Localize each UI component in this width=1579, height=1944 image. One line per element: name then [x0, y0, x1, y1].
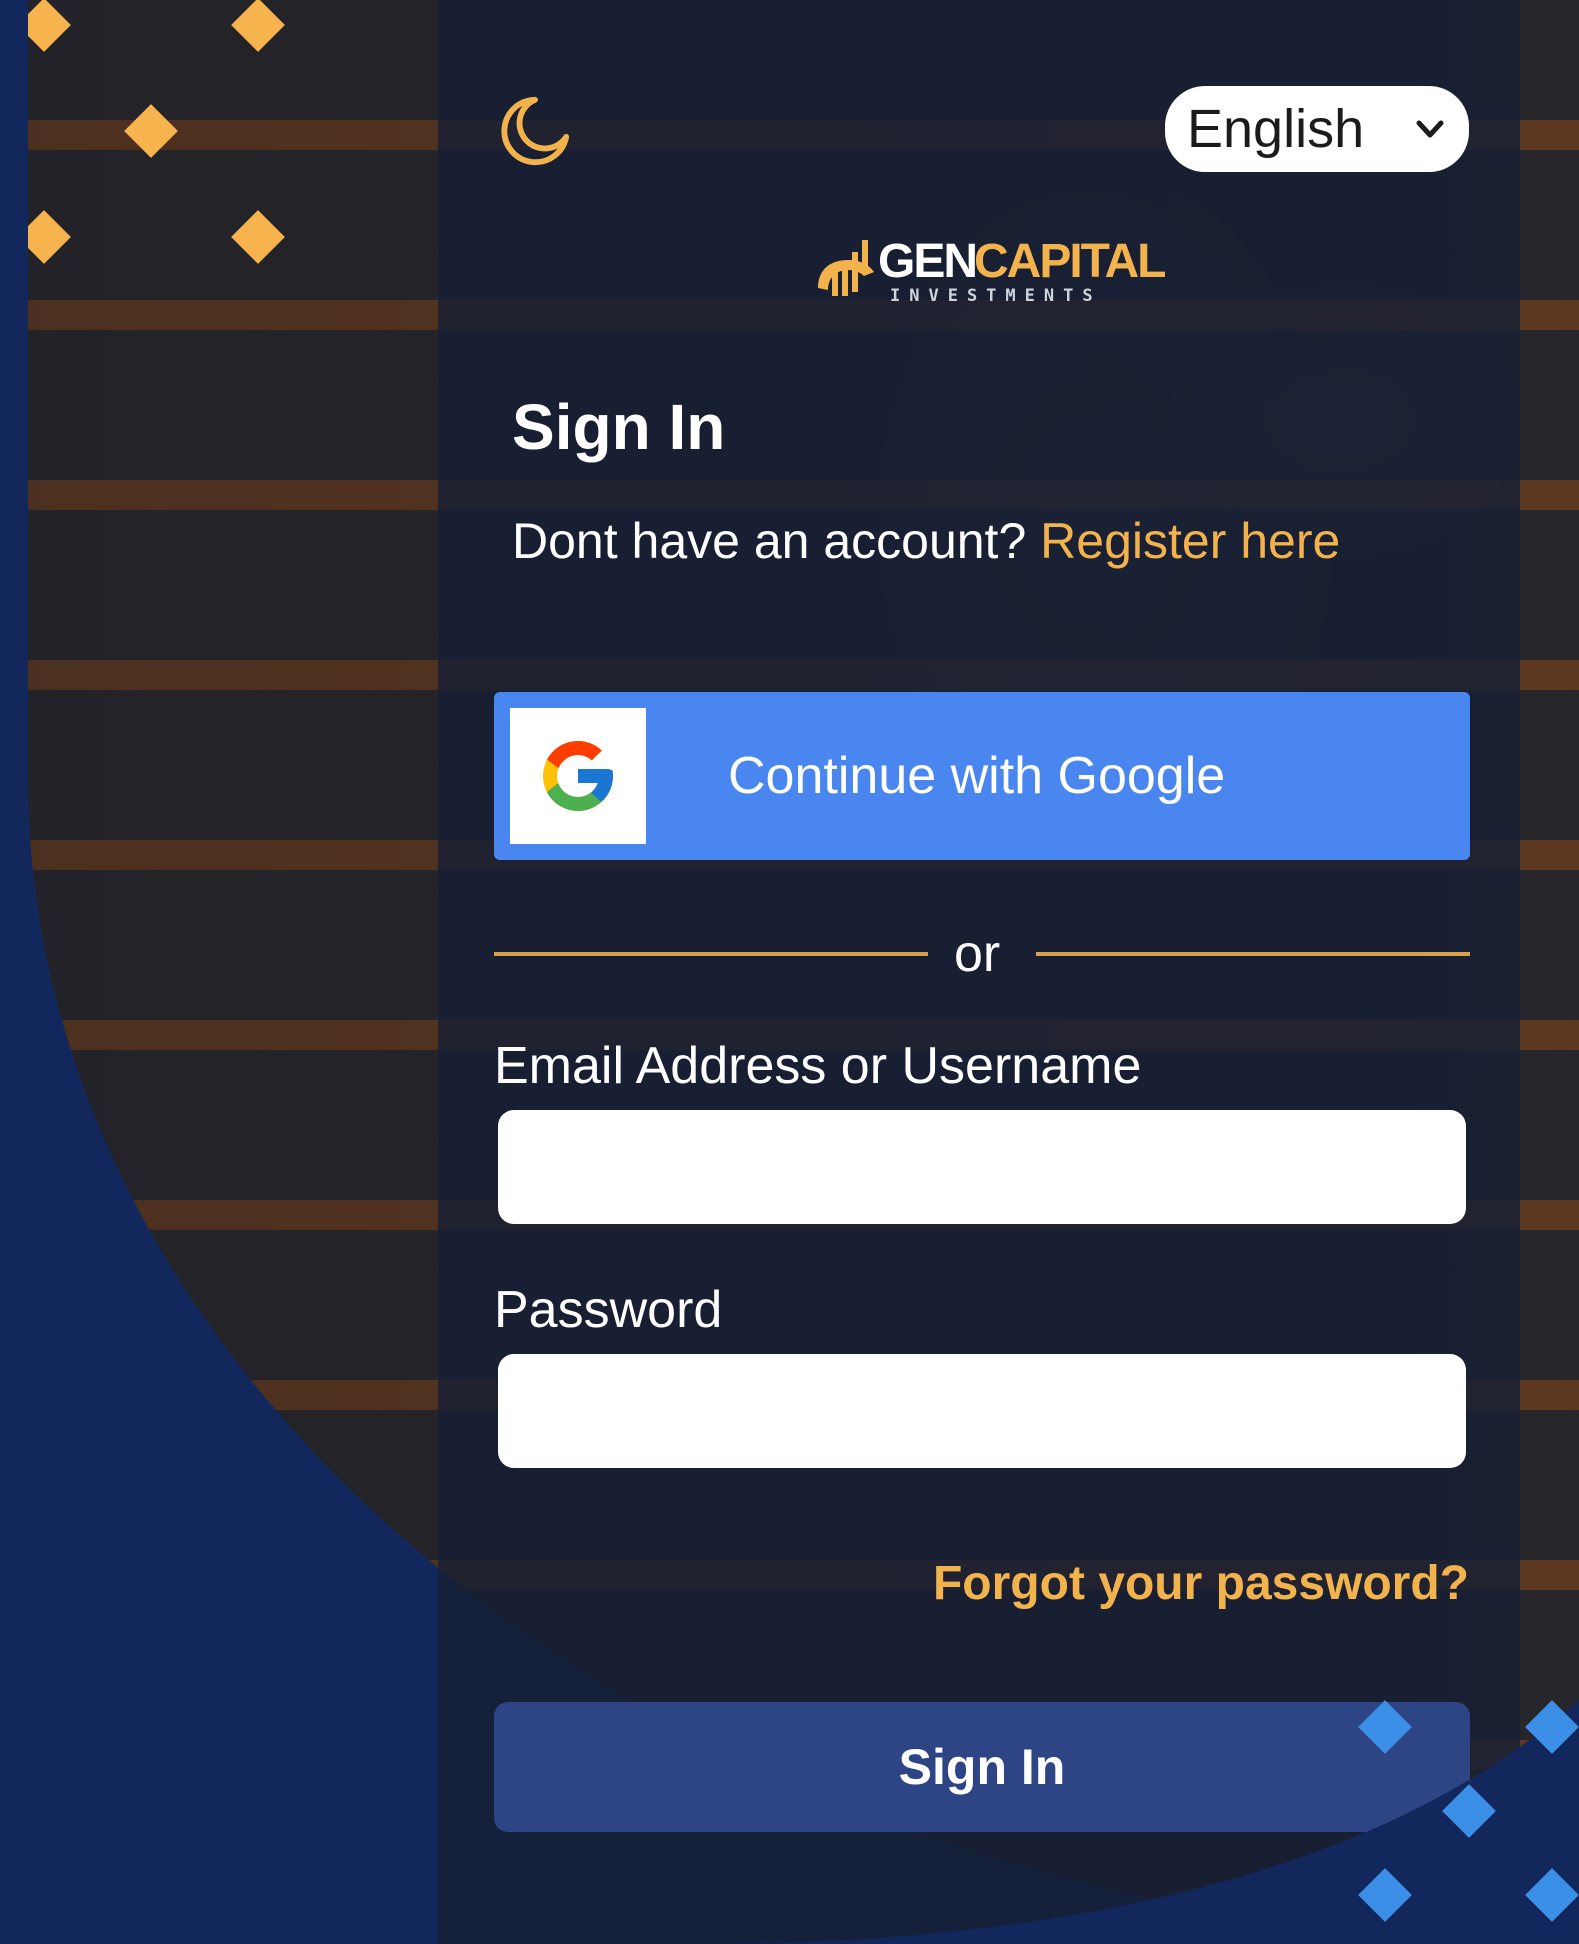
logo-text-gen: GEN [878, 235, 978, 288]
google-g-icon [543, 741, 613, 811]
divider-line-left [494, 952, 928, 956]
forgot-password-link[interactable]: Forgot your password? [933, 1556, 1469, 1611]
moon-icon[interactable] [496, 92, 574, 170]
register-prompt: Dont have an account? [512, 513, 1027, 569]
page-title: Sign In [512, 391, 726, 463]
logo-tagline: INVESTMENTS [890, 286, 1102, 306]
logo-text-capital: CAPITAL [974, 235, 1166, 288]
divider-or: or [954, 925, 1001, 983]
gencapital-logo: GEN CAPITAL INVESTMENTS [812, 226, 1166, 312]
email-field[interactable] [498, 1110, 1466, 1224]
chevron-down-icon [1416, 120, 1444, 138]
password-label: Password [494, 1281, 723, 1339]
language-selected: English [1187, 99, 1365, 159]
sign-in-button[interactable]: Sign In [494, 1702, 1470, 1832]
google-button-label: Continue with Google [728, 747, 1226, 805]
google-signin-button[interactable]: Continue with Google [494, 692, 1470, 860]
google-logo-box [510, 708, 646, 844]
register-prompt-line: Dont have an account? Register here [512, 512, 1340, 570]
password-field[interactable] [498, 1354, 1466, 1468]
language-select[interactable]: English [1165, 86, 1469, 172]
bull-logo-icon [818, 240, 874, 296]
email-label: Email Address or Username [494, 1037, 1142, 1095]
sign-in-button-label: Sign In [898, 1739, 1066, 1795]
register-link[interactable]: Register here [1040, 513, 1340, 569]
divider-line-right [1036, 952, 1470, 956]
